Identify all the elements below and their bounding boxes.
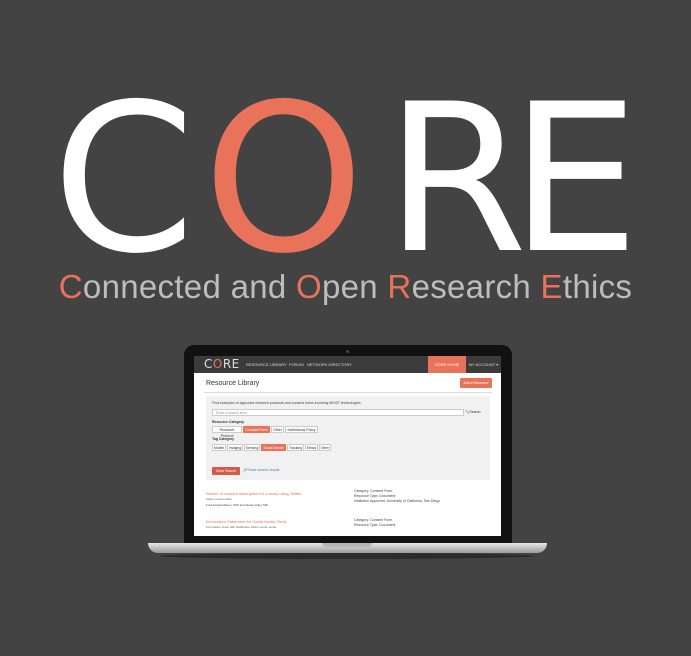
resource-category-label: Resource Category	[212, 420, 245, 424]
page-title: Resource Library	[206, 380, 260, 387]
logo-letter-c: C	[52, 88, 195, 268]
core-logo: C O R E	[52, 88, 640, 268]
result-tags: twitter social media	[206, 497, 232, 501]
share-results-link[interactable]: 🔗Share search results	[243, 468, 279, 472]
tagline: Connected and Open Research Ethics	[58, 268, 633, 305]
logo-letter-e: E	[510, 88, 640, 268]
result-meta: Category: Consent Form Resource Type: Do…	[354, 518, 396, 527]
result-tags: information sheet HRI healthcare ethics …	[206, 525, 277, 529]
laptop-notch	[322, 543, 372, 547]
tag-tracking[interactable]: Tracking	[287, 444, 304, 451]
logo-letter-o: O	[203, 88, 364, 268]
filter-other[interactable]: Other	[271, 426, 284, 433]
search-button[interactable]: 🔍Search	[465, 409, 485, 416]
tag-ethics[interactable]: Ethics	[305, 444, 318, 451]
search-panel: Find examples of approved research proto…	[206, 396, 490, 481]
result-title[interactable]: Information Statement for Social Media S…	[206, 519, 286, 524]
divider	[204, 392, 492, 393]
tag-other[interactable]: Other	[319, 444, 331, 451]
nav-core-home[interactable]: CORE HOME	[428, 356, 466, 373]
result-meta: Category: Consent Form Resource Type: Do…	[354, 489, 440, 503]
filter-institutional-policy[interactable]: Institutional Policy	[285, 426, 318, 433]
intro-text: Find examples of approved research proto…	[212, 401, 362, 405]
nav-forum[interactable]: FORUM	[289, 362, 304, 367]
nav-resource-library[interactable]: RESOURCE LIBRARY	[246, 362, 287, 367]
tag-sensing[interactable]: Sensing	[244, 444, 260, 451]
laptop-camera	[346, 350, 349, 353]
add-resource-button[interactable]: Add a Resource	[460, 378, 492, 388]
laptop-shadow	[160, 553, 535, 559]
clear-filters-button[interactable]: Clear Search Filters	[212, 467, 240, 481]
logo-letter-r: R	[385, 88, 527, 268]
tag-social-media[interactable]: Social Media	[261, 444, 286, 451]
site-brand[interactable]: CORE	[204, 357, 240, 371]
search-input[interactable]: Enter a search term...	[212, 409, 464, 416]
site-navbar: CORE RESOURCE LIBRARY FORUM NETWORK DIRE…	[194, 356, 501, 373]
filter-consent-form[interactable]: Consent Form	[243, 426, 270, 433]
result-title[interactable]: Waiver of consent description for a stud…	[206, 491, 302, 496]
tag-imaging[interactable]: Imaging	[227, 444, 243, 451]
tag-mobile[interactable]: Mobile	[212, 444, 226, 451]
filter-research-protocol[interactable]: Research Protocol	[212, 426, 242, 438]
result-author: Ford-Hewitt Mebec, PhD and Susan Lilley,…	[206, 503, 268, 507]
nav-network-directory[interactable]: NETWORK DIRECTORY	[307, 362, 352, 367]
nav-my-account[interactable]: MY ACCOUNT ▾	[466, 356, 501, 373]
tag-category-label: Tag Category	[212, 437, 235, 441]
laptop-screen: CORE RESOURCE LIBRARY FORUM NETWORK DIRE…	[194, 356, 501, 536]
